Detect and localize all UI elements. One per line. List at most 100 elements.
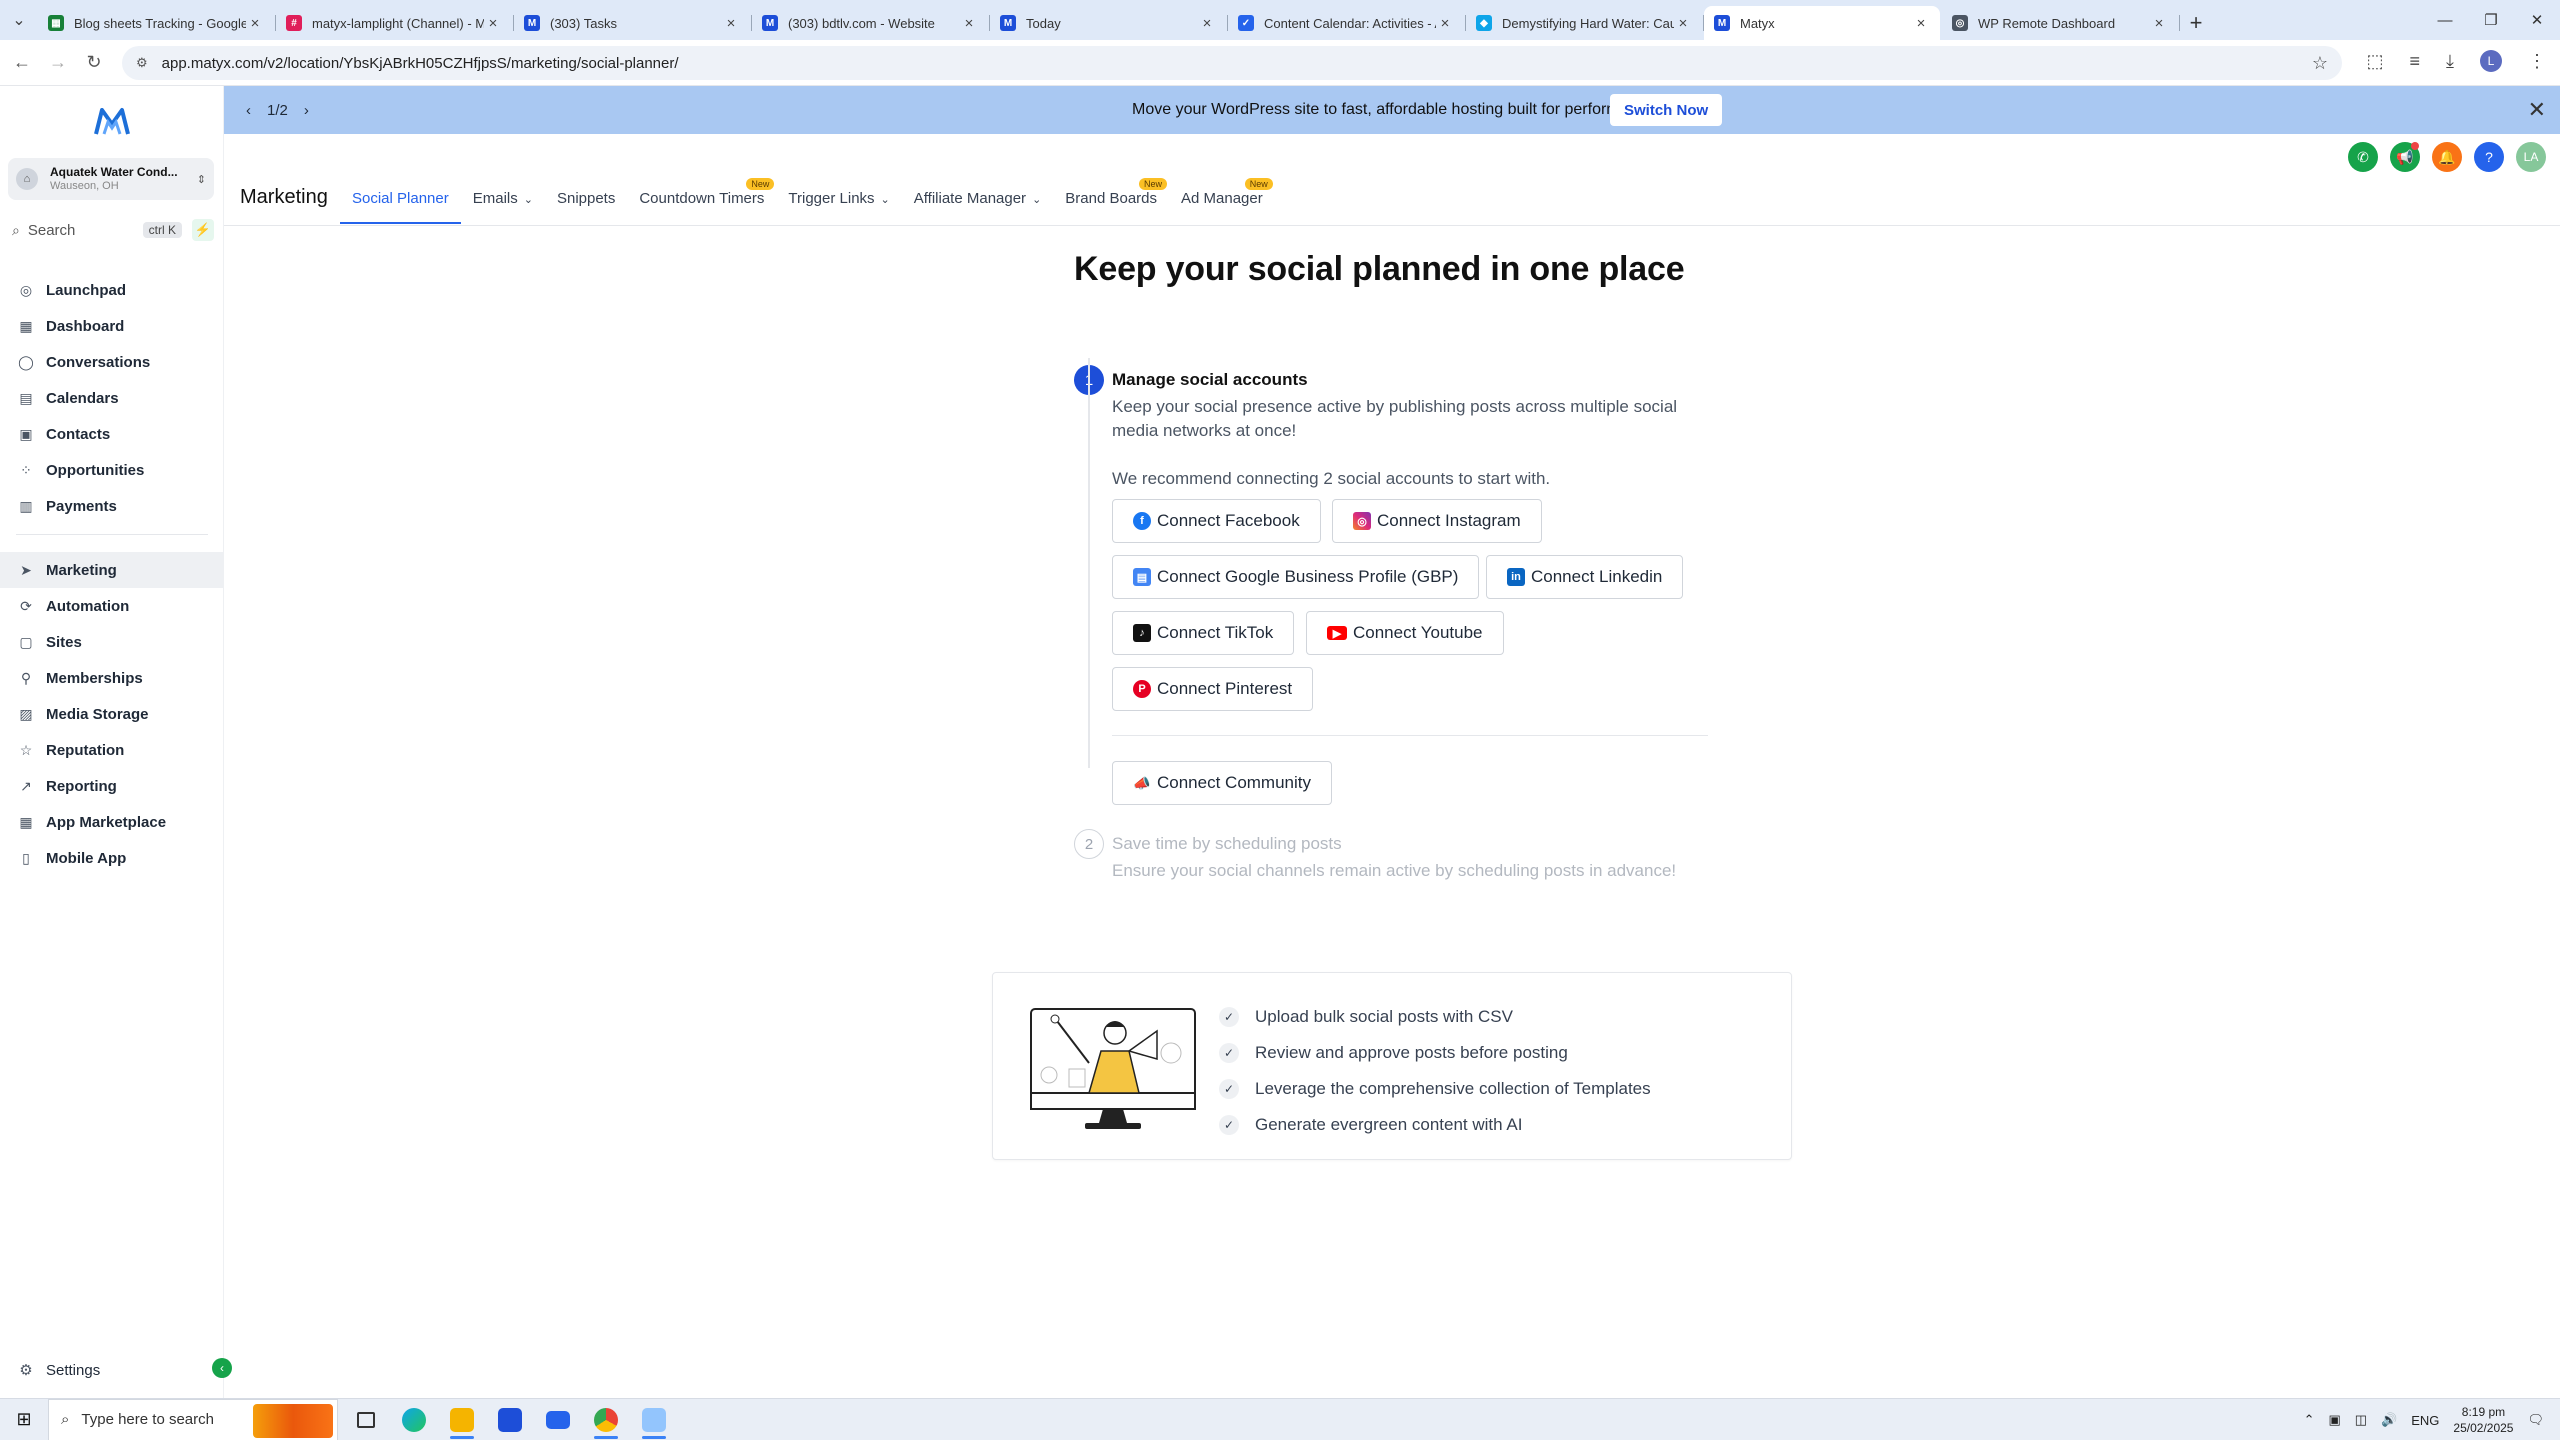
- tab-ad-manager[interactable]: Ad Manager New: [1169, 178, 1275, 224]
- tray-app-icon[interactable]: ▣: [2328, 1412, 2340, 1428]
- store-icon[interactable]: [486, 1399, 534, 1440]
- next-banner-icon[interactable]: ›: [304, 102, 309, 119]
- windows-start-icon[interactable]: ⊞: [0, 1409, 48, 1430]
- sidebar-item-launchpad[interactable]: ◎ Launchpad: [0, 272, 224, 308]
- sidebar-item-contacts[interactable]: ▣ Contacts: [0, 416, 224, 452]
- browser-menu-icon[interactable]: ⋮: [2528, 51, 2546, 72]
- connect-pinterest-button[interactable]: P Connect Pinterest: [1112, 667, 1314, 711]
- profile-avatar[interactable]: L: [2480, 50, 2502, 72]
- browser-tab[interactable]: ✓ Content Calendar: Activities - A ×: [1228, 6, 1466, 40]
- browser-tab[interactable]: ▦ Blog sheets Tracking - Google S ×: [38, 6, 276, 40]
- forward-icon[interactable]: →: [40, 52, 76, 73]
- quick-actions-icon[interactable]: ⚡: [192, 219, 214, 241]
- help-icon[interactable]: ?: [2474, 142, 2504, 172]
- close-tab-icon[interactable]: ×: [1436, 15, 1454, 32]
- close-tab-icon[interactable]: ×: [2150, 15, 2168, 32]
- tab-label: Countdown Timers: [639, 190, 765, 207]
- new-tab-button[interactable]: +: [2180, 6, 2212, 40]
- tab-countdown-timers[interactable]: Countdown Timers New: [627, 178, 776, 224]
- app-window-icon[interactable]: [630, 1399, 678, 1440]
- close-window-icon[interactable]: ✕: [2514, 0, 2560, 40]
- sidebar-item-payments[interactable]: ▥ Payments: [0, 488, 224, 524]
- close-tab-icon[interactable]: ×: [1198, 15, 1216, 32]
- task-view-icon[interactable]: [342, 1399, 390, 1440]
- tab-emails[interactable]: Emails ⌄: [461, 190, 545, 224]
- user-avatar[interactable]: LA: [2516, 142, 2546, 172]
- collapse-sidebar-icon[interactable]: ‹: [212, 1358, 232, 1378]
- phone-icon[interactable]: ✆: [2348, 142, 2378, 172]
- browser-tab[interactable]: ◎ WP Remote Dashboard ×: [1942, 6, 2180, 40]
- browser-tab[interactable]: M Matyx ×: [1704, 6, 1940, 40]
- sidebar-item-memberships[interactable]: ⚲ Memberships: [0, 660, 224, 696]
- sidebar-item-settings[interactable]: ⚙ Settings: [0, 1354, 224, 1386]
- tab-trigger-links[interactable]: Trigger Links ⌄: [776, 190, 901, 224]
- sidebar-item-media-storage[interactable]: ▨ Media Storage: [0, 696, 224, 732]
- sidebar-item-calendars[interactable]: ▤ Calendars: [0, 380, 224, 416]
- media-control-icon[interactable]: ≡: [2410, 51, 2421, 72]
- sidebar-item-marketing[interactable]: ➤ Marketing: [0, 552, 224, 588]
- language-indicator[interactable]: ENG: [2411, 1413, 2439, 1428]
- chrome-icon[interactable]: [582, 1399, 630, 1440]
- browser-tab[interactable]: # matyx-lamplight (Channel) - M ×: [276, 6, 514, 40]
- connect-linkedin-button[interactable]: in Connect Linkedin: [1486, 555, 1684, 599]
- browser-tab[interactable]: M Today ×: [990, 6, 1228, 40]
- switch-now-button[interactable]: Switch Now: [1610, 94, 1723, 126]
- file-explorer-icon[interactable]: [438, 1399, 486, 1440]
- connect-tiktok-button[interactable]: ♪ Connect TikTok: [1112, 611, 1295, 655]
- mail-icon[interactable]: [534, 1399, 582, 1440]
- sidebar-item-automation[interactable]: ⟳ Automation: [0, 588, 224, 624]
- matyx-logo[interactable]: [92, 106, 132, 138]
- close-tab-icon[interactable]: ×: [1912, 15, 1930, 32]
- restore-icon[interactable]: ❐: [2468, 0, 2514, 40]
- close-tab-icon[interactable]: ×: [484, 15, 502, 32]
- prev-banner-icon[interactable]: ‹: [246, 102, 251, 119]
- tab-brand-boards[interactable]: Brand Boards New: [1053, 178, 1169, 224]
- address-bar[interactable]: ⚙ app.matyx.com/v2/location/YbsKjABrkH05…: [122, 46, 2342, 80]
- sidebar-item-reporting[interactable]: ↗ Reporting: [0, 768, 224, 804]
- network-icon[interactable]: ◫: [2355, 1412, 2367, 1428]
- sidebar-item-dashboard[interactable]: ▦ Dashboard: [0, 308, 224, 344]
- close-tab-icon[interactable]: ×: [246, 15, 264, 32]
- phone-icon: ▯: [22, 849, 30, 866]
- connect-community-button[interactable]: 📣 Connect Community: [1112, 761, 1333, 805]
- volume-icon[interactable]: 🔊: [2381, 1412, 2397, 1428]
- close-tab-icon[interactable]: ×: [722, 15, 740, 32]
- bookmark-star-icon[interactable]: ☆: [2312, 53, 2328, 74]
- site-info-icon[interactable]: ⚙: [136, 55, 148, 71]
- system-clock[interactable]: 8:19 pm 25/02/2025: [2453, 1404, 2513, 1436]
- notifications-icon[interactable]: 🗨: [2527, 1412, 2544, 1428]
- edge-icon[interactable]: [390, 1399, 438, 1440]
- reload-icon[interactable]: ↻: [76, 52, 112, 73]
- tab-search-icon[interactable]: ⌄: [0, 0, 38, 40]
- tab-social-planner[interactable]: Social Planner: [340, 190, 461, 224]
- tab-affiliate-manager[interactable]: Affiliate Manager ⌄: [902, 190, 1054, 224]
- close-banner-icon[interactable]: ✕: [2528, 97, 2546, 123]
- sidebar-item-conversations[interactable]: ◯ Conversations: [0, 344, 224, 380]
- connect-facebook-button[interactable]: f Connect Facebook: [1112, 499, 1321, 543]
- sidebar-search[interactable]: ⌕ Search ctrl K ⚡: [12, 218, 214, 242]
- downloads-icon[interactable]: ⤓: [2446, 51, 2454, 72]
- sidebar-item-reputation[interactable]: ☆ Reputation: [0, 732, 224, 768]
- announcements-icon[interactable]: 📢: [2390, 142, 2420, 172]
- connect-instagram-button[interactable]: ◎ Connect Instagram: [1332, 499, 1542, 543]
- tray-chevron-icon[interactable]: ⌃: [2304, 1412, 2315, 1428]
- taskbar-search[interactable]: ⌕ Type here to search: [48, 1398, 338, 1440]
- sidebar-item-sites[interactable]: ▢ Sites: [0, 624, 224, 660]
- browser-tab[interactable]: M (303) bdtlv.com - Website ×: [752, 6, 990, 40]
- location-switcher[interactable]: ⌂ Aquatek Water Cond... Wauseon, OH ⇕: [8, 158, 214, 200]
- back-icon[interactable]: ←: [4, 52, 40, 73]
- sidebar-item-opportunities[interactable]: ⁘ Opportunities: [0, 452, 224, 488]
- minimize-icon[interactable]: —: [2422, 0, 2468, 40]
- connect-gbp-button[interactable]: ▤ Connect Google Business Profile (GBP): [1112, 555, 1480, 599]
- extensions-icon[interactable]: ⬚: [2367, 51, 2384, 72]
- browser-tab[interactable]: ◆ Demystifying Hard Water: Caus ×: [1466, 6, 1704, 40]
- search-shortcut: ctrl K: [142, 222, 182, 238]
- browser-tab[interactable]: M (303) Tasks ×: [514, 6, 752, 40]
- tab-snippets[interactable]: Snippets: [545, 190, 627, 224]
- close-tab-icon[interactable]: ×: [960, 15, 978, 32]
- connect-youtube-button[interactable]: ▶ Connect Youtube: [1306, 611, 1504, 655]
- bell-icon[interactable]: 🔔: [2432, 142, 2462, 172]
- sidebar-item-app-marketplace[interactable]: ▦ App Marketplace: [0, 804, 224, 840]
- close-tab-icon[interactable]: ×: [1674, 15, 1692, 32]
- sidebar-item-mobile-app[interactable]: ▯ Mobile App: [0, 840, 224, 876]
